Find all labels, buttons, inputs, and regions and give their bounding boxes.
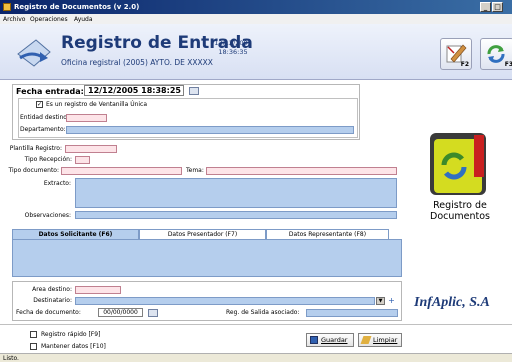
header-date: 12/12/2005 bbox=[214, 39, 252, 47]
window-title: Registro de Documentos (v 2.0) bbox=[14, 3, 140, 11]
destinatario-dropdown-button[interactable]: ▼ bbox=[376, 297, 385, 305]
ventanilla-checkbox[interactable]: ✓ bbox=[36, 101, 43, 108]
guardar-button[interactable]: Guardar bbox=[306, 333, 354, 347]
registro-logo-icon bbox=[17, 39, 51, 67]
add-icon[interactable]: + bbox=[387, 297, 396, 305]
tab-representante[interactable]: Datos Representante (F8) bbox=[266, 229, 389, 239]
menu-archivo[interactable]: Archivo bbox=[3, 16, 25, 23]
fecha-entrada-label: Fecha entrada: bbox=[16, 87, 84, 96]
maximize-button[interactable]: □ bbox=[492, 2, 503, 12]
plantilla-field[interactable] bbox=[65, 145, 117, 153]
registro-rapido-checkbox[interactable] bbox=[30, 331, 37, 338]
tipo-recepcion-label: Tipo Recepción: bbox=[24, 156, 72, 163]
mantener-datos-label: Mantener datos [F10] bbox=[41, 343, 106, 350]
document-folder-icon bbox=[430, 133, 486, 195]
tipo-documento-label: Tipo documento: bbox=[8, 167, 60, 174]
status-bar: Listo. bbox=[0, 353, 512, 362]
status-text: Listo. bbox=[3, 355, 19, 362]
salida-field[interactable] bbox=[306, 309, 398, 317]
brand-logo: InfAplic, S.A bbox=[414, 295, 490, 310]
f2-button[interactable]: F2 bbox=[440, 38, 472, 70]
menu-operaciones[interactable]: Operaciones bbox=[30, 16, 68, 23]
mantener-datos-checkbox[interactable] bbox=[30, 343, 37, 350]
extracto-label: Extracto: bbox=[43, 180, 71, 187]
f3-button[interactable]: F3 bbox=[480, 38, 512, 70]
entidad-destino-label: Entidad destino: bbox=[20, 114, 69, 121]
area-destino-field[interactable] bbox=[75, 286, 121, 294]
limpiar-label: Limpiar bbox=[373, 336, 398, 344]
f2-label: F2 bbox=[460, 61, 469, 68]
departamento-label: Departamento: bbox=[20, 126, 66, 133]
footer-divider bbox=[0, 324, 512, 325]
tema-label: Tema: bbox=[186, 167, 204, 174]
broom-icon bbox=[360, 336, 372, 344]
extracto-field[interactable] bbox=[75, 178, 397, 208]
limpiar-button[interactable]: Limpiar bbox=[358, 333, 402, 347]
departamento-field[interactable] bbox=[66, 126, 354, 134]
side-caption: Registro de Documentos bbox=[412, 200, 508, 222]
header-banner: Registro de Entrada 12/12/2005 18:36:35 … bbox=[0, 24, 512, 80]
tab-presentador[interactable]: Datos Presentador (F7) bbox=[139, 229, 266, 239]
fecha-documento-label: Fecha de documento: bbox=[16, 309, 81, 316]
menu-ayuda[interactable]: Ayuda bbox=[74, 16, 93, 23]
plantilla-label: Plantilla Registro: bbox=[9, 145, 62, 152]
office-subtitle: Oficina registral (2005) AYTO. DE XXXXX bbox=[61, 58, 213, 67]
destinatario-field[interactable] bbox=[75, 297, 375, 305]
area-destino-label: Area destino: bbox=[32, 286, 72, 293]
tema-field[interactable] bbox=[206, 167, 397, 175]
guardar-label: Guardar bbox=[321, 336, 348, 344]
observaciones-field[interactable] bbox=[75, 211, 397, 219]
registro-rapido-label: Registro rápido [F9] bbox=[41, 331, 101, 338]
tipo-recepcion-field[interactable] bbox=[75, 156, 90, 164]
app-icon bbox=[3, 3, 11, 11]
tab-solicitante[interactable]: Datos Solicitante (F6) bbox=[12, 229, 139, 239]
side-logo bbox=[422, 131, 502, 201]
fecha-documento-field[interactable]: 00/00/0000 bbox=[98, 308, 143, 317]
side-caption-line2: Documentos bbox=[430, 211, 490, 222]
tabs-container: Datos Solicitante (F6) Datos Presentador… bbox=[12, 229, 402, 277]
entidad-destino-field[interactable] bbox=[66, 114, 107, 122]
header-time: 18:36:35 bbox=[218, 48, 248, 56]
salida-label: Reg. de Salida asociado: bbox=[226, 309, 300, 316]
tab-content-panel bbox=[12, 239, 402, 277]
save-icon bbox=[310, 336, 318, 344]
calendar-icon[interactable] bbox=[189, 87, 199, 95]
fecha-entrada-field[interactable]: 12/12/2005 18:38:25 bbox=[84, 85, 184, 96]
header-datetime: 12/12/2005 18:36:35 bbox=[210, 39, 256, 57]
tipo-documento-field[interactable] bbox=[61, 167, 182, 175]
calendar-doc-icon[interactable] bbox=[148, 309, 158, 317]
title-bar: Registro de Documentos (v 2.0) _ □ bbox=[0, 0, 512, 14]
menu-bar: Archivo Operaciones Ayuda bbox=[0, 14, 512, 24]
destinatario-label: Destinatario: bbox=[33, 297, 72, 304]
side-caption-line1: Registro de bbox=[433, 200, 487, 211]
f3-label: F3 bbox=[504, 61, 512, 68]
ventanilla-label: Es un registro de Ventanilla Única bbox=[46, 101, 148, 108]
observaciones-label: Observaciones: bbox=[24, 212, 71, 219]
minimize-button[interactable]: _ bbox=[480, 2, 491, 12]
